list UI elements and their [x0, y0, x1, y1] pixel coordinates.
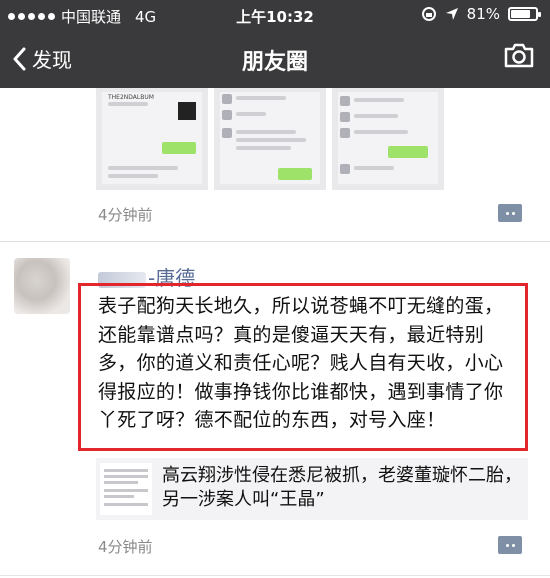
status-bar: 中国联通 4G 上午10:32 81% — [0, 0, 550, 30]
status-right: 81% — [421, 5, 541, 23]
camera-icon — [504, 43, 534, 68]
avatar[interactable] — [14, 258, 70, 314]
post-2-time: 4分钟前 — [98, 538, 153, 556]
highlight-box — [78, 283, 528, 451]
camera-button[interactable] — [504, 42, 534, 72]
post-1-image-2[interactable] — [214, 88, 326, 190]
post-1-comment-button[interactable] — [498, 204, 522, 222]
top-bar: 中国联通 4G 上午10:32 81% 发现 朋友圈 — [0, 0, 550, 88]
album-header: THE2NDALBUM — [108, 94, 154, 101]
album-logo-icon — [178, 102, 196, 120]
shared-link-card[interactable]: 高云翔涉性侵在悉尼被抓，老婆董璇怀二胎，另一涉案人叫“王晶” — [96, 458, 528, 520]
post-2-comment-button[interactable] — [498, 536, 522, 554]
nav-bar: 发现 朋友圈 — [0, 30, 550, 88]
post-divider — [0, 241, 550, 242]
battery-percent: 81% — [466, 5, 500, 23]
rotation-lock-icon — [421, 7, 436, 21]
bottom-divider — [0, 575, 550, 576]
post-1-image-1[interactable]: THE2NDALBUM — [96, 88, 208, 190]
link-title: 高云翔涉性侵在悉尼被抓，老婆董璇怀二胎，另一涉案人叫“王晶” — [162, 465, 522, 510]
post-1-image-3[interactable] — [332, 88, 444, 190]
post-1-images: THE2NDALBUM — [96, 88, 444, 190]
link-thumbnail — [100, 463, 152, 515]
battery-icon — [508, 7, 541, 21]
post-1-time: 4分钟前 — [98, 206, 153, 224]
page-title: 朋友圈 — [241, 50, 308, 75]
location-icon — [445, 8, 458, 20]
